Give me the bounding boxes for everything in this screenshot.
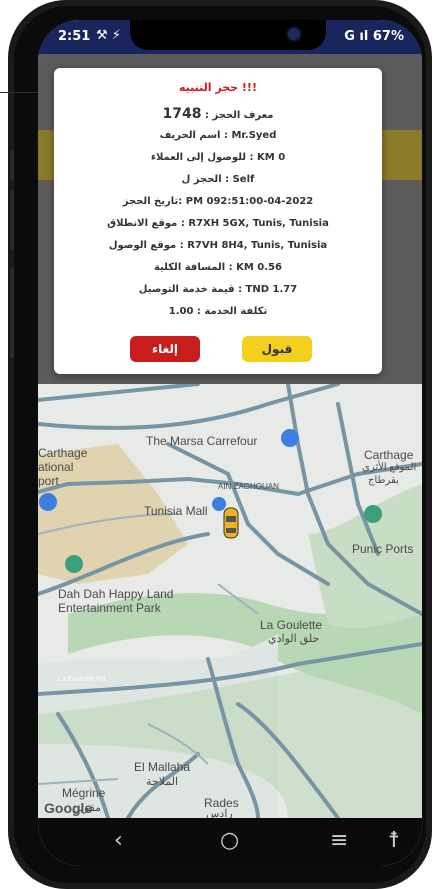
map-label-goulette-rd: La Goulette Rd <box>58 676 106 683</box>
booking-for: الحجز ل : Self <box>181 174 255 185</box>
map-label-punic-ports: Punic Ports <box>352 542 414 556</box>
airport-pin-icon[interactable] <box>39 493 57 511</box>
map-label-airport-2: ational <box>38 460 74 474</box>
volume-down-button <box>10 190 14 250</box>
distance-to-customer: للوصول إلى العملاء : KM 0 <box>150 152 286 163</box>
back-icon[interactable]: ‹ <box>114 828 123 853</box>
status-time: 2:51 <box>58 29 91 44</box>
map-label-dah-dah: Dah Dah Happy Land <box>58 587 174 601</box>
total-distance: المسافة الكلية : KM 0.56 <box>154 262 282 273</box>
volume-up-button <box>10 150 14 180</box>
booking-date: تاريخ الحجز: PM 092:51:00-04-2022 <box>122 196 314 207</box>
map-label-tunisia-mall: Tunisia Mall <box>144 504 208 518</box>
map-label-airport-3: port <box>38 474 59 488</box>
service-cost: تكلفة الخدمة : 1.00 <box>168 306 268 317</box>
booking-id-row: معرف الحجز : 1748 <box>54 106 382 122</box>
phone-screen: 2:51 ⚒ ⚡ G ıl 67% The Marsa Carrefour Ca… <box>38 20 422 866</box>
shop-pin-icon[interactable] <box>281 429 299 447</box>
taxi-car-icon <box>223 507 239 539</box>
map-label-el-mallaha-ar: الملاحة <box>146 776 179 788</box>
delivery-fee: قيمة خدمة التوصيل : TND 1.77 <box>138 284 298 295</box>
booking-id-value: 1748 <box>162 106 202 122</box>
map-label-megrine: Mégrine <box>62 786 106 800</box>
home-icon[interactable]: ○ <box>220 828 239 853</box>
booking-alert-dialog: حجز التنبيه !!! معرف الحجز : 1748 اسم ال… <box>54 68 382 374</box>
map-label-la-goulette: La Goulette <box>260 618 323 632</box>
landmark-pin-icon[interactable] <box>364 505 382 523</box>
camera-icon <box>286 26 302 42</box>
map-view[interactable]: The Marsa Carrefour Carthage ational por… <box>38 382 422 820</box>
cancel-button[interactable]: إلغاء <box>130 336 200 362</box>
park-pin-icon[interactable] <box>65 555 83 573</box>
google-logo: Google <box>44 800 93 816</box>
dropoff-location: موقع الوصول : R7VH 8H4, Tunis, Tunisia <box>108 240 328 251</box>
android-nav-bar: ‹ ○ ≡ ☨ <box>38 818 422 866</box>
map-label-carthage-ar: الموقع الأثري <box>362 462 417 473</box>
map-label-carthage-ar-2: بقرطاج <box>368 475 399 486</box>
frame-line <box>0 92 40 93</box>
side-button <box>10 268 14 358</box>
recent-apps-icon[interactable]: ≡ <box>330 828 348 853</box>
map-label-ain-zaghouan: AIN ZAGHOUAN <box>218 482 279 491</box>
map-label-la-goulette-ar: حلق الوادي <box>268 633 320 645</box>
status-left-icons: ⚒ ⚡ <box>96 28 121 43</box>
map-label-rades-ar: رادس <box>206 808 233 820</box>
map-label-el-mallaha: El Mallaha <box>134 760 191 774</box>
map-label-dah-dah-2: Entertainment Park <box>58 601 161 615</box>
accept-button[interactable]: قبول <box>242 336 312 362</box>
map-label-marsa-carrefour: The Marsa Carrefour <box>146 434 258 448</box>
mall-pin-icon[interactable] <box>212 497 226 511</box>
dialog-title: حجز التنبيه !!! <box>179 81 257 94</box>
customer-name: اسم الحريف : Mr.Syed <box>159 130 277 141</box>
map-label-carthage: Carthage <box>364 448 414 462</box>
pickup-location: موقع الانطلاق : R7XH 5GX, Tunis, Tunisia <box>107 218 329 229</box>
status-right-indicators: G ıl 67% <box>344 29 404 44</box>
booking-id-label: معرف الحجز : <box>205 110 274 121</box>
map-label-airport: Carthage <box>38 446 88 460</box>
accessibility-icon[interactable]: ☨ <box>388 828 400 853</box>
